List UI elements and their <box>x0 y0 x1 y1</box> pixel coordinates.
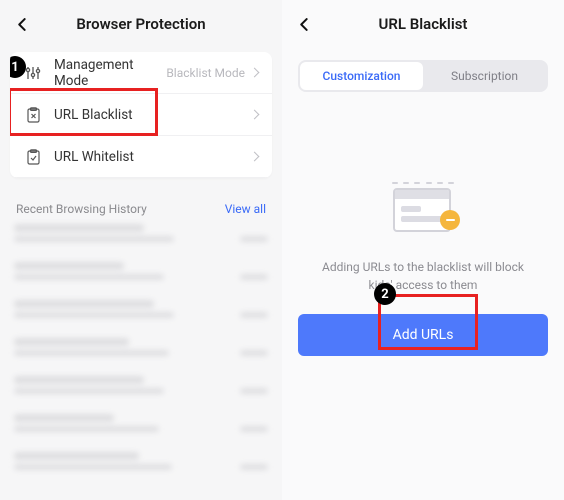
management-mode-row[interactable]: Management Mode Blacklist Mode <box>10 52 272 94</box>
empty-state-text: Adding URLs to the blacklist will block … <box>306 258 540 294</box>
page-title: URL Blacklist <box>379 15 468 33</box>
settings-card: 1 Management Mode Blacklist Mode <box>10 52 272 178</box>
history-title: Recent Browsing History <box>16 202 147 216</box>
history-list-blurred <box>0 224 282 480</box>
management-mode-value: Blacklist Mode <box>166 66 245 80</box>
url-blacklist-row[interactable]: URL Blacklist <box>10 94 272 136</box>
url-whitelist-row[interactable]: URL Whitelist <box>10 136 272 178</box>
chevron-right-icon <box>250 110 260 120</box>
management-mode-label: Management Mode <box>54 57 166 89</box>
clipboard-x-icon <box>24 106 42 124</box>
back-button[interactable] <box>294 14 314 34</box>
history-section-header: Recent Browsing History View all <box>0 188 282 224</box>
url-whitelist-label: URL Whitelist <box>54 149 251 165</box>
add-urls-button[interactable]: Add URLs <box>298 314 548 356</box>
chevron-left-icon <box>16 18 29 31</box>
chevron-left-icon <box>298 18 311 31</box>
minus-badge-icon <box>440 210 460 230</box>
url-blacklist-screen: URL Blacklist Customization Subscription… <box>282 0 564 500</box>
chevron-right-icon <box>250 68 260 78</box>
back-button[interactable] <box>12 14 32 34</box>
header: Browser Protection <box>0 0 282 48</box>
clipboard-check-icon <box>24 148 42 166</box>
view-all-link[interactable]: View all <box>225 202 266 216</box>
tab-customization[interactable]: Customization <box>300 62 423 90</box>
sliders-icon <box>24 64 42 82</box>
url-blacklist-label: URL Blacklist <box>54 107 251 123</box>
tab-bar: Customization Subscription <box>298 60 548 92</box>
header: URL Blacklist <box>282 0 564 48</box>
browser-protection-screen: Browser Protection 1 Management Mode Bla… <box>0 0 282 500</box>
browser-block-illustration <box>390 182 456 234</box>
tab-subscription[interactable]: Subscription <box>423 62 546 90</box>
callout-badge-2: 2 <box>374 283 396 305</box>
empty-state: Adding URLs to the blacklist will block … <box>282 182 564 294</box>
chevron-right-icon <box>250 152 260 162</box>
page-title: Browser Protection <box>76 15 205 33</box>
